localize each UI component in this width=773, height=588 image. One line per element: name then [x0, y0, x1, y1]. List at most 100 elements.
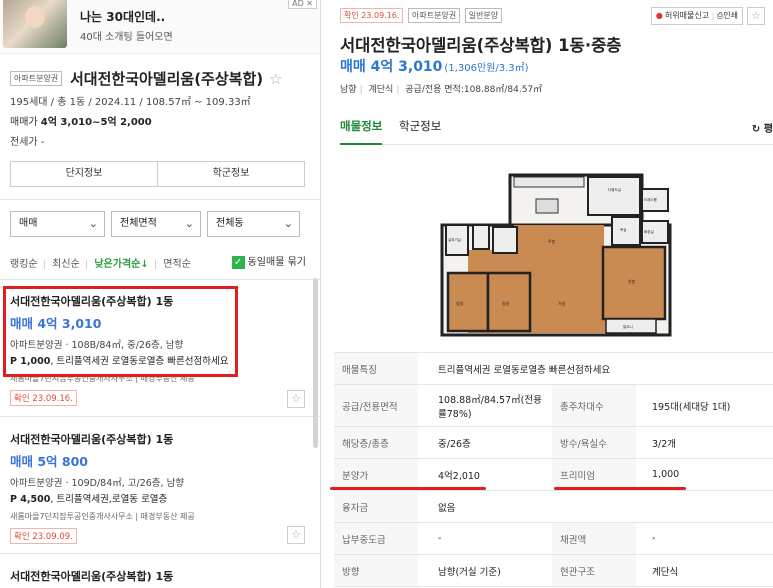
ad-image [3, 0, 67, 48]
dong-value: 전체동 [216, 218, 244, 229]
info-value: 195대(세대당 1대) [652, 401, 731, 413]
svg-text:주방: 주방 [548, 238, 556, 244]
confirm-badge: 확인 23.09.09. [10, 528, 77, 544]
list-item[interactable]: 서대전한국아델리움(주상복합) 1동 [10, 568, 305, 584]
complex-type-tag: 아파트분양권 [10, 71, 63, 86]
complex-header: 아파트분양권 서대전한국아델리움(주상복합) ☆ [10, 68, 315, 89]
info-label: 분양가 [334, 459, 418, 490]
filter-bar: 매매 ⌄ 전체면적 ⌄ 전체동 ⌄ [10, 211, 305, 237]
info-value: 1,000 [652, 469, 680, 480]
chevron-down-icon: ⌄ [184, 217, 194, 230]
listing-premium: P 4,500 [10, 494, 51, 505]
detail-area: 공급/전용 면적:108.88㎡/84.57㎡ [405, 85, 543, 95]
info-label: 프리미엄 [552, 459, 636, 490]
detail-title: 서대전한국아델리움(주상복합) 1동·중층 [340, 36, 622, 55]
listing-desc: P 4,500, 트리플역세권,로열동 로열층 [10, 491, 305, 505]
info-value: - [652, 533, 656, 544]
favorite-star-icon[interactable]: ☆ [287, 526, 305, 544]
info-value: 없음 [438, 502, 456, 514]
siren-icon: ● [655, 11, 663, 20]
trade-type-select[interactable]: 매매 ⌄ [10, 211, 105, 237]
favorite-star-icon[interactable]: ☆ [287, 390, 305, 408]
svg-text:욕실: 욕실 [620, 227, 626, 232]
info-value: - [438, 533, 442, 544]
unit-toggle-button[interactable]: ↻ 평 [752, 120, 773, 135]
area-select[interactable]: 전체면적 ⌄ [111, 211, 201, 237]
divider [0, 199, 320, 200]
info-row-loan: 융자금 없음 [334, 491, 773, 523]
complex-rent: 전세가 - [10, 137, 45, 148]
info-label: 매물특징 [334, 353, 418, 384]
ad-title: 나는 30대인데.. [80, 10, 166, 24]
sort-ranking[interactable]: 랭킹순 [10, 259, 38, 270]
confirm-badge: 확인 23.09.16. [340, 8, 404, 23]
scrollbar[interactable] [313, 278, 318, 448]
listing-info-table: 매물특징 트리플역세권 로열동로열층 빠른선점하세요 공급/전용면적 108.8… [330, 352, 773, 587]
svg-text:안방: 안방 [628, 278, 636, 284]
detail-price: 매매 4억 3,010 (1,306만원/3.3㎡) [340, 56, 529, 76]
sort-bar: 랭킹순 | 최신순 | 낮은가격순↓ | 면적순 ✓ 동일매물 묶기 [10, 255, 310, 270]
tab-school-info[interactable]: 학군정보 [399, 118, 441, 145]
listing-price: 매매 5억 800 [10, 454, 88, 469]
dong-select[interactable]: 전체동 ⌄ [207, 211, 300, 237]
sort-low-price[interactable]: 낮은가격순↓ [94, 259, 148, 270]
tab-school-info[interactable]: 학군정보 [158, 162, 304, 186]
svg-text:다용도실: 다용도실 [608, 187, 621, 192]
detail-type-tag: 아파트분양권 [407, 8, 461, 23]
listing-agent: 새롬마을7단지잡투공인중개사사무소 | 매경부동산 제공 [10, 512, 195, 521]
svg-text:실외기실: 실외기실 [448, 237, 461, 242]
detail-actions: ● 허위매물신고 | ⎙인쇄 ☆ [650, 7, 765, 25]
ad-close-button[interactable]: AD ✕ [288, 0, 317, 9]
svg-text:드레스룸: 드레스룸 [644, 197, 658, 202]
detail-price-unit: (1,306만원/3.3㎡) [444, 63, 529, 74]
sort-area[interactable]: 면적순 [163, 259, 191, 270]
svg-text:침실: 침실 [502, 300, 510, 306]
detail-price-value: 매매 4억 3,010 [340, 59, 443, 75]
highlight-annotation [3, 286, 238, 377]
group-same-label: 동일매물 묶기 [247, 257, 306, 268]
info-value: 트리플역세권 로열동로열층 빠른선점하세요 [438, 364, 611, 376]
refresh-icon: ↻ [751, 124, 764, 135]
ad-subtitle: 40대 소개팅 들어오면 [80, 32, 173, 43]
info-label: 현관구조 [552, 555, 636, 586]
detail-tags: 확인 23.09.16. 아파트분양권 일반분양 [340, 8, 503, 23]
info-value: 계단식 [652, 566, 679, 578]
info-value: 3/2개 [652, 438, 677, 450]
chevron-down-icon: ⌄ [88, 217, 98, 230]
report-button[interactable]: ● 허위매물신고 | ⎙인쇄 [650, 7, 743, 25]
trade-type-value: 매매 [19, 218, 38, 229]
detail-direction: 남향 [340, 85, 357, 95]
info-row-sale-price: 분양가 4억2,010 프리미엄 1,000 [330, 459, 773, 491]
complex-name: 서대전한국아델리움(주상복합) [70, 70, 264, 88]
report-label: 허위매물신고 [664, 11, 710, 20]
svg-text:화장실: 화장실 [644, 229, 654, 234]
unit-toggle-label: 평 [763, 124, 773, 135]
sort-latest[interactable]: 최신순 [52, 259, 80, 270]
info-row-installment: 납부중도금 - 채권액 - [334, 523, 773, 555]
detail-tabs: 매물정보 학군정보 ↻ 평 [340, 118, 773, 145]
info-label: 방향 [334, 555, 418, 586]
complex-meta: 195세대 / 총 1동 / 2024.11 / 108.57㎡ ~ 109.3… [10, 97, 251, 108]
complex-price-label: 매매가 [10, 117, 38, 128]
group-same-listings-toggle[interactable]: ✓ 동일매물 묶기 [231, 253, 308, 269]
info-label: 방수/욕실수 [552, 427, 636, 458]
favorite-star-icon[interactable]: ☆ [269, 70, 282, 88]
info-value: 108.88㎡/84.57㎡(전용률78%) [438, 394, 542, 420]
svg-text:발코니: 발코니 [623, 324, 633, 329]
floor-plan-image[interactable]: 침실 침실 거실 주방 안방 다용도실 욕실 드레스룸 화장실 발코니 실외기실 [438, 165, 674, 338]
listing-spec: 아파트분양권 · 109D/84㎡, 고/26층, 남향 [10, 478, 185, 489]
info-value: 남향(거실 기준) [438, 566, 501, 578]
detail-sale-tag: 일반분양 [464, 8, 503, 23]
list-item[interactable]: 서대전한국아델리움(주상복합) 1동 매매 5억 800 아파트분양권 · 10… [10, 431, 305, 548]
info-label: 채권액 [552, 523, 636, 554]
divider [0, 416, 320, 417]
ad-banner[interactable]: 나는 30대인데.. 40대 소개팅 들어오면 AD ✕ [0, 0, 320, 54]
checkbox-checked-icon: ✓ [231, 255, 245, 269]
listing-title: 서대전한국아델리움(주상복합) 1동 [10, 570, 174, 583]
tab-listing-info[interactable]: 매물정보 [340, 118, 383, 145]
listing-panel: 나는 30대인데.. 40대 소개팅 들어오면 AD ✕ 아파트분양권 서대전한… [0, 0, 321, 588]
detail-panel: 확인 23.09.16. 아파트분양권 일반분양 ● 허위매물신고 | ⎙인쇄 ☆… [322, 0, 773, 588]
area-value: 전체면적 [120, 218, 157, 229]
favorite-star-icon[interactable]: ☆ [747, 7, 765, 25]
tab-complex-info[interactable]: 단지정보 [11, 162, 158, 186]
